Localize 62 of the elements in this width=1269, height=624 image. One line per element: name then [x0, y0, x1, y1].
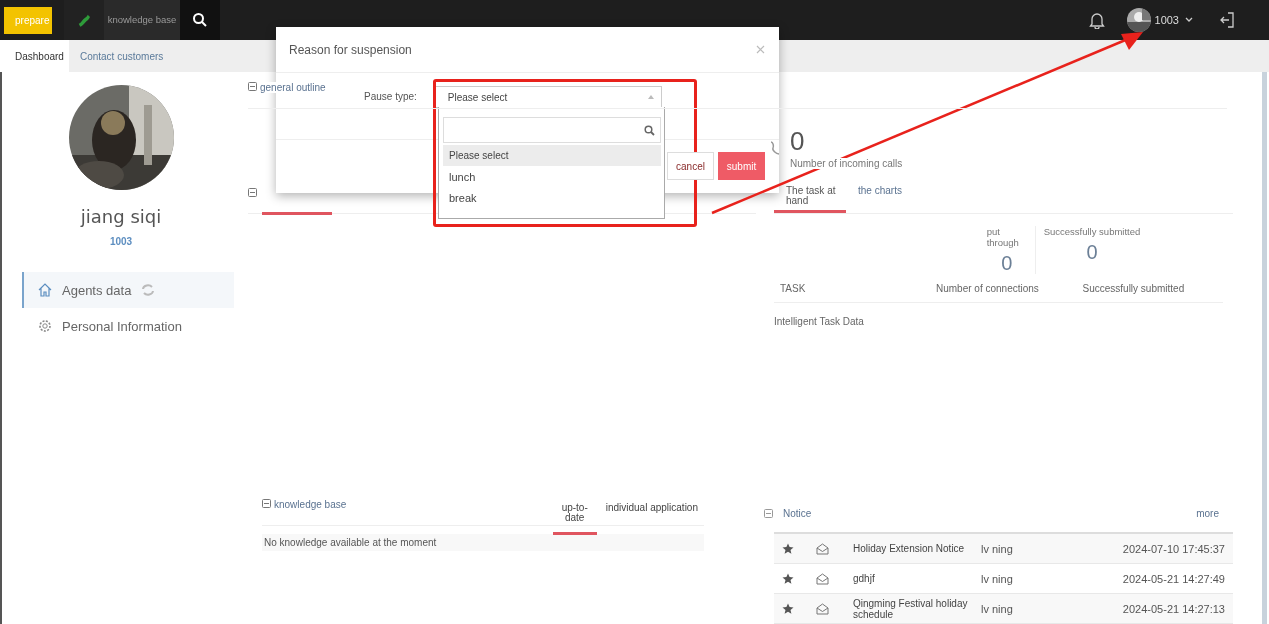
dropdown-option[interactable]: break	[443, 187, 661, 208]
column-header: TASK	[779, 282, 807, 294]
notice-title[interactable]: gdhjf	[853, 573, 981, 584]
column-header: Number of connections	[935, 282, 1040, 294]
envelope-icon	[816, 602, 829, 615]
panel-title: knowledge base	[274, 499, 347, 510]
notice-author: lv ning	[981, 602, 1014, 615]
notice-title[interactable]: Qingming Festival holiday schedule	[853, 597, 981, 620]
search-icon[interactable]	[180, 0, 220, 40]
notice-time: 2024-05-21 14:27:13	[1122, 602, 1225, 615]
search-field[interactable]	[443, 117, 661, 143]
stat-label: put through	[986, 226, 1020, 248]
collapse-icon[interactable]	[248, 188, 257, 197]
sidebar-item[interactable]: Agents data	[22, 272, 234, 308]
notice-time: 2024-05-21 14:27:49	[1122, 572, 1225, 585]
star-icon[interactable]	[782, 572, 794, 585]
panel-title: general outline	[260, 82, 328, 93]
search-icon	[644, 124, 655, 136]
incoming-count: 0	[790, 127, 806, 154]
envelope-icon	[816, 572, 829, 585]
column-header: Successfully submitted	[1081, 282, 1186, 294]
more-link[interactable]: more	[1196, 507, 1219, 519]
refresh-icon	[141, 284, 156, 296]
collapse-icon[interactable]	[764, 508, 773, 518]
page-tab[interactable]: Dashboard	[0, 40, 69, 72]
agent-id: 1003	[109, 236, 133, 247]
stat-value: 0	[1086, 241, 1098, 264]
task-tab[interactable]: the charts	[846, 181, 902, 207]
table-cell: Intelligent Task Data	[774, 316, 864, 327]
dropdown-option[interactable]: Please select	[443, 145, 661, 166]
stat-value: 0	[1001, 252, 1013, 275]
collapse-icon[interactable]	[262, 499, 271, 508]
page-tab[interactable]: Contact customers	[68, 40, 175, 72]
dropdown-option[interactable]: lunch	[443, 166, 661, 187]
notice-time: 2024-07-10 17:45:37	[1122, 542, 1225, 555]
incoming-label: Number of incoming calls	[790, 157, 903, 169]
dialog-title: Reason for suspension	[289, 42, 412, 57]
settings-icon	[38, 319, 52, 333]
scrollbar[interactable]	[1262, 72, 1267, 624]
sidebar-item[interactable]: Personal Information	[22, 308, 234, 344]
logout-icon[interactable]	[1219, 12, 1235, 28]
collapse-icon[interactable]	[248, 82, 257, 91]
knowledge-tab[interactable]: individual application	[599, 503, 704, 525]
notice-author: lv ning	[981, 572, 1014, 585]
caret-icon[interactable]	[1185, 17, 1193, 23]
user-menu[interactable]: 1003	[1154, 14, 1179, 26]
caret-icon	[647, 95, 654, 99]
star-icon[interactable]	[782, 602, 794, 615]
knowledge-base-button[interactable]: knowledge base	[104, 0, 180, 40]
bell-icon[interactable]	[1088, 11, 1105, 29]
stat-label: Successfully submitted	[1043, 226, 1141, 237]
agent-name: jiang siqi	[80, 206, 162, 227]
empty-message: No knowledge available at the moment	[262, 534, 704, 551]
notice-title[interactable]: Holiday Extension Notice	[853, 543, 981, 554]
star-icon[interactable]	[782, 542, 794, 555]
envelope-icon	[816, 542, 829, 555]
cancel-button[interactable]: cancel	[667, 152, 714, 180]
notice-author: lv ning	[981, 542, 1014, 555]
tab-underline	[262, 212, 332, 215]
home-icon	[38, 283, 52, 297]
field-label: Pause type:	[364, 91, 417, 102]
panel-title: Notice	[783, 507, 812, 519]
